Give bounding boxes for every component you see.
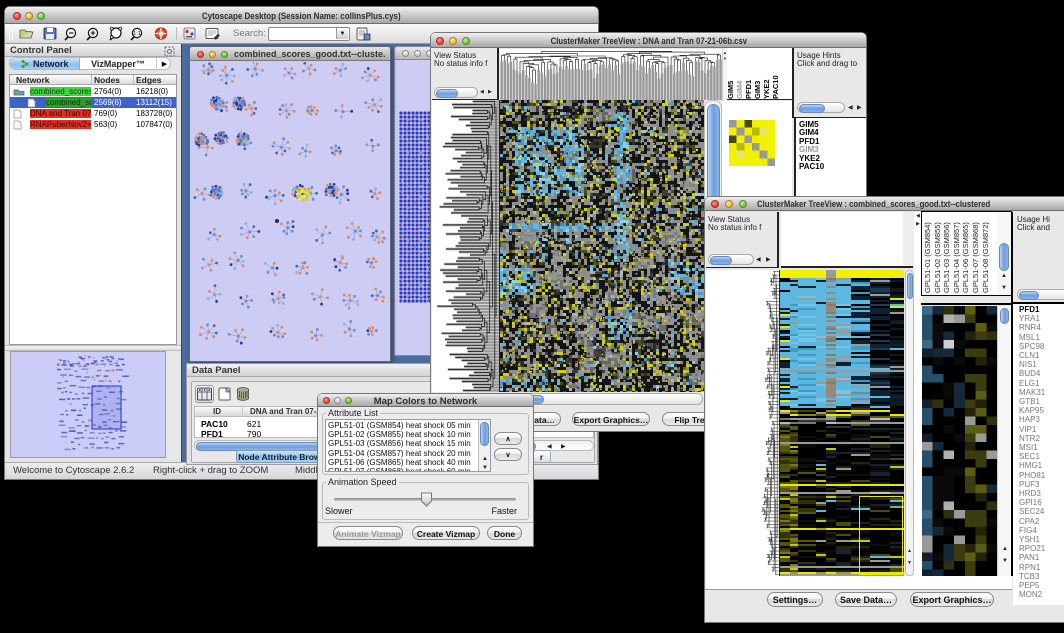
svg-text:1:1: 1:1 [133, 31, 141, 37]
